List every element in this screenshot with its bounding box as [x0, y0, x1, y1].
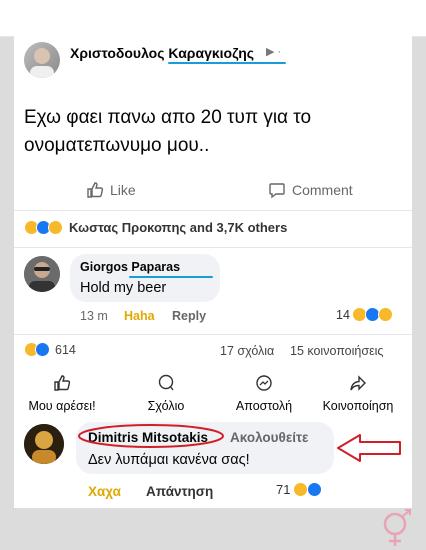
comment-time: 13 m: [80, 309, 108, 323]
like-label: Like: [110, 182, 136, 198]
watermark-logo: [383, 509, 411, 546]
comment-author-name[interactable]: Giorgos Paparas: [80, 260, 180, 274]
post-author-name[interactable]: Χριστοδουλος Καραγκιοζης: [70, 45, 254, 61]
comment-text: Hold my beer: [80, 280, 167, 296]
comment-action-label: Σχόλιο: [147, 399, 185, 413]
care-icon: [48, 220, 63, 235]
post-card: Χριστοδουλος Καραγκιοζης ▶ · Εχω φαει πα…: [14, 36, 412, 508]
comment-icon: [269, 183, 285, 199]
comment-haha-link[interactable]: Haha: [124, 309, 155, 323]
commenter-avatar[interactable]: [24, 424, 64, 464]
share-action[interactable]: Κοινοποίηση: [312, 374, 404, 413]
send-action[interactable]: Αποστολή: [218, 374, 310, 413]
like-action[interactable]: Μου αρέσει!: [16, 374, 108, 413]
divider: [14, 247, 412, 248]
comments-count[interactable]: 17 σχόλια: [220, 344, 274, 358]
top-bar: [0, 0, 426, 37]
comment-label: Comment: [292, 182, 353, 198]
reaction-count: 614: [55, 342, 76, 357]
author-avatar[interactable]: [24, 42, 60, 78]
post-text: Εχω φαει πανω απο 20 τυπ για το ονοματεπ…: [24, 107, 312, 156]
post-author-suffix: ▶ ·: [266, 46, 282, 58]
commenter-underline: [129, 276, 213, 278]
care-icon: [377, 307, 393, 322]
like-button[interactable]: Like: [86, 181, 136, 199]
comment-reply-link[interactable]: Απάντηση: [146, 484, 213, 499]
shares-count[interactable]: 15 κοινοποιήσεις: [290, 344, 383, 358]
red-circle-highlight: [78, 424, 224, 448]
follow-label[interactable]: Ακολουθείτε: [230, 430, 308, 445]
comment-reaction-count[interactable]: 14: [336, 307, 393, 322]
comment-icon: [158, 374, 174, 391]
thumbs-up-icon: [87, 182, 104, 198]
like-action-label: Μου αρέσει!: [28, 399, 96, 413]
thumbs-up-icon: [54, 375, 71, 391]
comment-button[interactable]: Comment: [268, 181, 353, 199]
comment-haha-link[interactable]: Χαχα: [88, 484, 121, 499]
reactors-text: Κωστας Προκοπης and 3,7K others: [69, 220, 288, 235]
messenger-icon: [256, 375, 272, 391]
send-action-label: Αποστολή: [235, 399, 293, 413]
comment-reaction-number: 14: [336, 307, 350, 322]
share-icon: [350, 375, 366, 391]
commenter-avatar[interactable]: [24, 256, 60, 292]
comment-text: Δεν λυπάμαι κανένα σας!: [88, 452, 250, 468]
divider: [14, 210, 412, 211]
red-arrow-icon: [337, 434, 401, 462]
comment-reply-link[interactable]: Reply: [172, 309, 206, 323]
divider: [14, 334, 412, 335]
comment-reaction-count[interactable]: 71: [276, 482, 323, 497]
comment-reaction-number: 71: [276, 482, 291, 497]
author-underline: [168, 62, 286, 64]
share-action-label: Κοινοποίηση: [322, 399, 394, 413]
like-icon: [35, 342, 50, 357]
haha-icon: [293, 482, 309, 497]
like-icon: [307, 482, 323, 497]
reactions-summary[interactable]: Κωστας Προκοπης and 3,7K others: [24, 220, 287, 235]
stats-reactions[interactable]: 614: [24, 342, 76, 357]
comment-action[interactable]: Σχόλιο: [120, 374, 212, 413]
